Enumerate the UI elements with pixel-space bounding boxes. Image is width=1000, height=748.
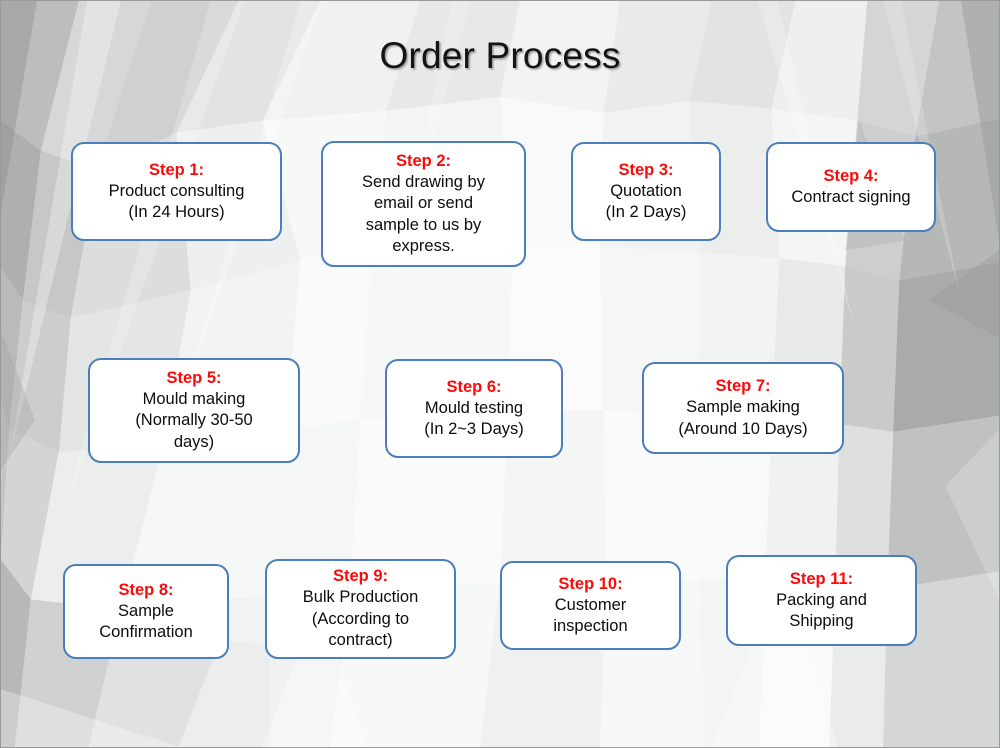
step-body-line: contract) xyxy=(328,631,393,650)
step-box-5[interactable]: Step 5: Mould making (Normally 30-50 days) xyxy=(88,358,300,463)
step-body-line: (In 2 Days) xyxy=(605,203,687,222)
step-box-6[interactable]: Step 6: Mould testing (In 2~3 Days) xyxy=(385,359,563,458)
step-body-line: Customer xyxy=(554,595,627,614)
step-body-line: express. xyxy=(392,236,455,255)
step-body-line: sample to us by xyxy=(365,215,482,234)
step-label-2: Step 2: xyxy=(395,151,451,170)
step-body-line: email or send xyxy=(373,194,474,213)
step-body-line: Bulk Production xyxy=(302,588,419,607)
step-label-11: Step 11: xyxy=(789,569,854,588)
step-body-10: Customer inspection xyxy=(553,595,627,638)
step-box-1[interactable]: Step 1: Product consulting (In 24 Hours) xyxy=(71,142,282,241)
step-body-line: Send drawing by xyxy=(362,172,485,191)
step-box-9[interactable]: Step 9: Bulk Production (According to contr… xyxy=(265,559,456,659)
step-body-line: (In 2~3 Days) xyxy=(424,420,524,439)
step-box-11[interactable]: Step 11: Packing and Shipping xyxy=(726,555,917,646)
step-body-line: (In 24 Hours) xyxy=(128,203,225,222)
step-label-10: Step 10: xyxy=(558,574,623,593)
step-body-2: Send drawing by email or send sample to us… xyxy=(362,172,485,258)
step-body-6: Mould testing (In 2~3 Days) xyxy=(424,398,524,441)
step-box-4[interactable]: Step 4: Contract signing xyxy=(766,142,936,232)
step-body-line: Mould testing xyxy=(424,398,524,417)
step-body-1: Product consulting (In 24 Hours) xyxy=(109,181,245,224)
step-label-3: Step 3: xyxy=(618,160,674,179)
slide-canvas: Order Process Step 1: Product consulting (… xyxy=(0,0,1000,748)
step-body-line: Sample making xyxy=(686,398,800,417)
step-body-line: (Around 10 Days) xyxy=(678,419,808,438)
step-box-8[interactable]: Step 8: Sample Confirmation xyxy=(63,564,229,659)
step-body-3: Quotation (In 2 Days) xyxy=(606,181,687,224)
step-body-line: Contract signing xyxy=(791,187,911,206)
step-body-line: (According to xyxy=(311,609,410,628)
step-body-line: Confirmation xyxy=(99,623,193,642)
step-label-5: Step 5: xyxy=(166,368,222,387)
step-body-5: Mould making (Normally 30-50 days) xyxy=(135,389,252,453)
step-label-4: Step 4: xyxy=(823,166,879,185)
step-box-3[interactable]: Step 3: Quotation (In 2 Days) xyxy=(571,142,721,241)
step-body-11: Packing and Shipping xyxy=(776,590,867,633)
step-label-6: Step 6: xyxy=(446,377,502,396)
step-box-7[interactable]: Step 7: Sample making (Around 10 Days) xyxy=(642,362,844,454)
step-body-line: days) xyxy=(173,432,215,451)
step-body-line: (Normally 30-50 xyxy=(135,411,253,430)
step-label-7: Step 7: xyxy=(715,377,771,395)
step-body-8: Sample Confirmation xyxy=(99,601,193,644)
page-title: Order Process xyxy=(379,35,621,76)
step-body-7: Sample making (Around 10 Days) xyxy=(678,397,807,440)
step-label-8: Step 8: xyxy=(118,580,174,599)
step-label-1: Step 1: xyxy=(148,160,204,179)
step-box-10[interactable]: Step 10: Customer inspection xyxy=(500,561,681,650)
step-box-2[interactable]: Step 2: Send drawing by email or send sampl… xyxy=(321,141,526,267)
step-body-line: inspection xyxy=(553,617,628,636)
step-body-line: Shipping xyxy=(789,612,854,631)
step-label-9: Step 9: xyxy=(332,567,388,586)
step-body-line: Mould making xyxy=(142,389,246,408)
step-body-line: Packing and xyxy=(776,590,867,609)
step-body-line: Quotation xyxy=(610,181,682,200)
step-body-9: Bulk Production (According to contract) xyxy=(303,587,419,651)
step-body-4: Contract signing xyxy=(791,187,910,208)
step-body-line: Product consulting xyxy=(108,181,245,200)
step-body-line: Sample xyxy=(118,601,174,620)
